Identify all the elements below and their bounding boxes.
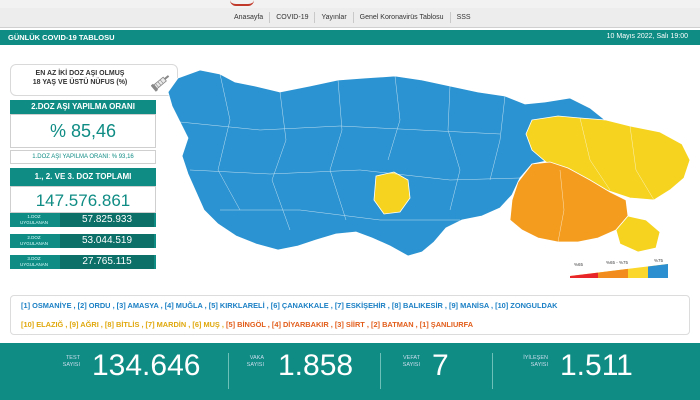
nav-home-link[interactable]: Anasayfa (228, 12, 271, 23)
main-nav: Anasayfa COVID-19 Yayınlar Genel Koronav… (0, 8, 700, 28)
vaccination-heading-box: EN AZ İKİ DOZ AŞI OLMUŞ 18 YAŞ VE ÜSTÜ N… (10, 64, 178, 96)
case-label-line1: VAKA (249, 355, 264, 361)
page: Anasayfa COVID-19 Yayınlar Genel Koronav… (0, 0, 700, 400)
dose-total-value: 147.576.861 (35, 191, 131, 210)
turkey-vaccination-map (167, 69, 691, 257)
dose3-value: 27.765.115 (60, 255, 154, 269)
top-strip (0, 0, 700, 8)
map-legend: %65 %65 - %75 %75 (570, 258, 668, 278)
dose-total-title: 1., 2. VE 3. DOZ TOPLAMI (10, 168, 156, 186)
death-label-line2: SAYISI (402, 362, 420, 368)
stat-divider (492, 353, 493, 389)
legend-ramp-red (570, 272, 598, 278)
nav-general-table-link[interactable]: Genel Koronavirüs Tablosu (354, 12, 451, 23)
dose1-label-line2: UYGULANAN (19, 219, 48, 225)
vaccination-heading: EN AZ İKİ DOZ AŞI OLMUŞ 18 YAŞ VE ÜSTÜ N… (17, 69, 143, 87)
dose2-label-line2: UYGULANAN (19, 240, 48, 246)
case-label: VAKA SAYISI (230, 355, 264, 369)
death-count: 7 (432, 349, 449, 382)
bottom-provinces-yellow: [10] ELAZIĞ , [9] AĞRI , [8] BİTLİS , [7… (21, 320, 227, 329)
recovered-count: 1.511 (560, 349, 633, 382)
nav-covid-link[interactable]: COVID-19 (270, 12, 316, 23)
stat-divider (228, 353, 229, 389)
second-dose-rate-title: 2.DOZ AŞI YAPILMA ORANI (10, 100, 156, 114)
bottom-provinces-orange: [5] BİNGÖL , [4] DİYARBAKIR , [3] SİİRT … (226, 320, 474, 329)
nav-publications-link[interactable]: Yayınlar (315, 12, 354, 23)
dose1-row: 1.DOZ UYGULANAN 57.825.933 (10, 213, 156, 227)
test-label-line1: TEST (65, 355, 80, 361)
dose3-label: 3.DOZ UYGULANAN (12, 256, 56, 267)
dose1-value: 57.825.933 (60, 213, 154, 227)
report-date: 10 Mayıs 2022, Salı 19:00 (606, 33, 688, 40)
dose2-row: 2.DOZ UYGULANAN 53.044.519 (10, 234, 156, 248)
legend-label-2: %65 - %75 (606, 260, 629, 265)
province-ranking-box: [1] OSMANİYE , [2] ORDU , [3] AMASYA , [… (10, 295, 690, 335)
recovered-label-line1: İYİLEŞEN (523, 355, 548, 361)
death-label: VEFAT SAYISI (386, 355, 420, 369)
test-count: 134.646 (92, 349, 201, 382)
case-count: 1.858 (278, 349, 354, 382)
legend-ramp-orange (598, 268, 628, 278)
nav-menu: Anasayfa COVID-19 Yayınlar Genel Koronav… (228, 12, 477, 23)
second-dose-rate-value: % 85,46 (49, 121, 117, 141)
dose1-label: 1.DOZ UYGULANAN (12, 214, 56, 225)
test-label-line2: SAYISI (62, 362, 80, 368)
recovered-label: İYİLEŞEN SAYISI (514, 355, 548, 369)
title-bar: GÜNLÜK COVID-19 TABLOSU 10 Mayıs 2022, S… (0, 30, 700, 45)
second-dose-rate-box: % 85,46 (10, 114, 156, 148)
legend-label-1: %65 (574, 262, 584, 267)
vaccination-heading-line2: 18 YAŞ VE ÜSTÜ NÜFUS (%) (32, 79, 128, 86)
page-title: GÜNLÜK COVID-19 TABLOSU (8, 33, 115, 42)
dose2-value: 53.044.519 (60, 234, 154, 248)
dose2-label: 2.DOZ UYGULANAN (12, 235, 56, 246)
daily-stats-bar: TEST SAYISI 134.646 VAKA SAYISI 1.858 VE… (0, 343, 700, 400)
test-label: TEST SAYISI (46, 355, 80, 369)
dose3-row: 3.DOZ UYGULANAN 27.765.115 (10, 255, 156, 269)
death-label-line1: VEFAT (402, 355, 420, 361)
nav-faq-link[interactable]: SSS (451, 12, 477, 23)
legend-label-3: %75 (654, 258, 664, 263)
dose-total-box: 147.576.861 (10, 186, 156, 213)
case-label-line2: SAYISI (246, 362, 264, 368)
stat-divider (380, 353, 381, 389)
first-dose-rate-note: 1.DOZ AŞI YAPILMA ORANI: % 93,16 (10, 150, 156, 164)
ministry-logo-icon (230, 0, 254, 6)
vaccination-heading-line1: EN AZ İKİ DOZ AŞI OLMUŞ (35, 70, 125, 77)
dose3-label-line2: UYGULANAN (19, 261, 48, 267)
recovered-label-line2: SAYISI (530, 362, 548, 368)
bottom-provinces-list: [10] ELAZIĞ , [9] AĞRI , [8] BİTLİS , [7… (21, 320, 473, 329)
top-provinces-list: [1] OSMANİYE , [2] ORDU , [3] AMASYA , [… (21, 301, 558, 310)
